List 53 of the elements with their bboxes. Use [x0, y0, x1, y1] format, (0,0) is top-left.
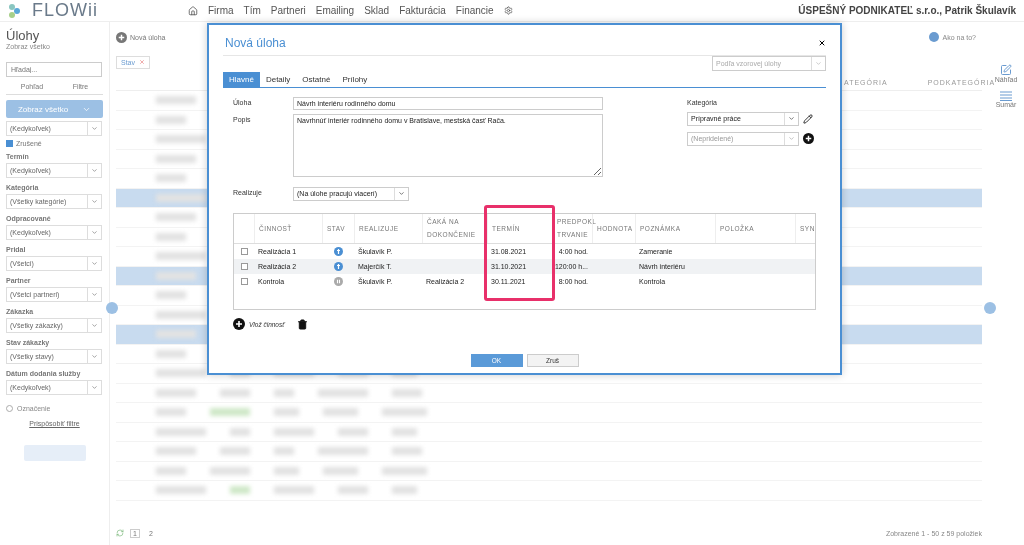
pencil-icon[interactable] — [803, 113, 813, 124]
caret-icon — [91, 229, 98, 236]
caret-icon — [91, 384, 98, 391]
plus-icon — [116, 31, 127, 43]
caret-icon — [91, 125, 98, 132]
help-icon — [928, 32, 939, 42]
expand-handle[interactable] — [984, 302, 996, 314]
caret-icon — [91, 260, 98, 267]
tab[interactable]: Hlavné — [223, 71, 260, 87]
status-icon — [333, 261, 343, 271]
plus-icon — [803, 133, 814, 145]
logo-icon — [8, 2, 22, 19]
caret-icon — [788, 115, 795, 123]
caret-icon — [398, 190, 405, 198]
page-title: Úlohy — [6, 28, 41, 43]
close-button[interactable] — [818, 39, 826, 48]
close-icon — [139, 59, 145, 65]
nav-item[interactable]: Tím — [243, 5, 261, 16]
trash-icon[interactable] — [296, 318, 308, 330]
nav-item[interactable]: Partneri — [270, 5, 306, 16]
caret-icon — [91, 167, 98, 174]
checkbox[interactable] — [240, 262, 248, 270]
logo: FLOWii — [32, 0, 98, 21]
caret-icon — [91, 322, 98, 329]
circle-icon — [6, 405, 13, 412]
nav-item[interactable]: Financie — [455, 5, 494, 16]
nav-item[interactable]: Emailing — [315, 5, 355, 16]
caret-icon — [815, 60, 822, 68]
tab[interactable]: Detaily — [259, 71, 297, 87]
checkbox[interactable] — [6, 140, 13, 147]
nav-item[interactable]: Fakturácia — [399, 5, 446, 16]
caret-icon — [91, 198, 98, 205]
nav-item[interactable]: Firma — [208, 5, 234, 16]
caret-icon — [788, 135, 795, 143]
checkbox[interactable] — [240, 247, 248, 255]
plus-icon — [233, 318, 245, 330]
tab[interactable]: Ostatné — [296, 71, 337, 87]
pause-icon — [333, 276, 343, 286]
nav-item[interactable]: Sklad — [364, 5, 390, 16]
caret-icon — [91, 353, 98, 360]
tab[interactable]: Prílohy — [336, 71, 374, 87]
caret-icon — [91, 291, 98, 298]
checkbox[interactable] — [240, 277, 248, 285]
faded-button[interactable] — [23, 445, 86, 461]
collapse-handle[interactable] — [106, 302, 118, 314]
dialog-title: Nová úloha — [225, 36, 286, 51]
refresh-icon[interactable] — [116, 529, 124, 537]
list-icon — [1000, 91, 1012, 101]
settings-icon[interactable] — [503, 6, 513, 15]
preview-icon — [1000, 64, 1012, 76]
company-name[interactable]: ÚSPEŠNÝ PODNIKATEĽ s.r.o., Patrik Škulavík — [798, 5, 1016, 16]
home-icon[interactable] — [188, 5, 198, 16]
status-icon — [333, 246, 343, 256]
